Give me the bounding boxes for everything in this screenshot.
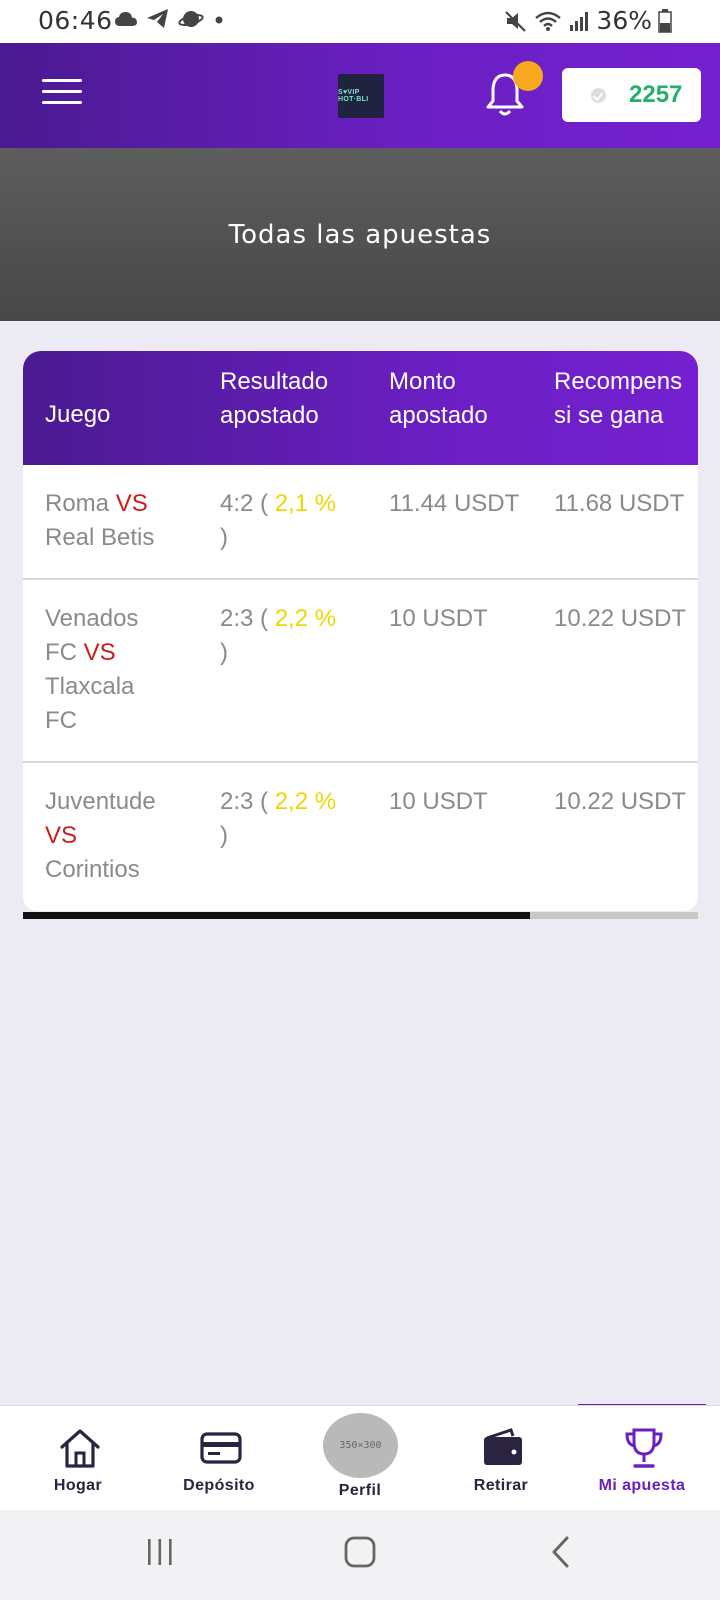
result-cell: 2:3 ( 2,2 % ) bbox=[220, 785, 336, 853]
table-row[interactable]: Venados FC VS Tlaxcala FC 2:3 ( 2,2 % ) … bbox=[23, 580, 698, 763]
saturn-icon bbox=[178, 8, 204, 30]
percent-text: 2,2 % bbox=[274, 605, 337, 632]
game-line: Real Betis bbox=[45, 521, 154, 555]
game-line: FC VS bbox=[45, 636, 138, 670]
nav-profile-label[interactable]: Perfil bbox=[300, 1482, 420, 1500]
score-text: 4:2 ( bbox=[220, 490, 275, 517]
close-paren: ) bbox=[220, 822, 228, 849]
header-amount-line1: Monto bbox=[389, 368, 456, 395]
result-line: 2:3 ( 2,2 % bbox=[220, 602, 336, 636]
game-cell: Juventude VS Corintios bbox=[45, 785, 156, 887]
close-paren: ) bbox=[220, 524, 228, 551]
header-reward-line2: si se gana bbox=[554, 402, 664, 429]
amount-cell: 11.44 USDT bbox=[389, 490, 520, 517]
nav-home[interactable]: Hogar bbox=[18, 1406, 138, 1511]
nav-deposit[interactable]: Depósito bbox=[159, 1406, 279, 1511]
game-line: Roma VS bbox=[45, 487, 154, 521]
game-line: FC bbox=[45, 704, 138, 738]
scrollbar-thumb[interactable] bbox=[23, 912, 530, 919]
page-banner: Todas las apuestas bbox=[0, 148, 720, 321]
game-line: Corintios bbox=[45, 853, 156, 887]
team-text: Juventude bbox=[45, 788, 156, 815]
header-reward-line1: Recompens bbox=[554, 368, 683, 395]
dot-icon bbox=[212, 12, 226, 26]
team-text: FC bbox=[45, 707, 77, 734]
status-bar: 06:46 36% bbox=[0, 0, 720, 43]
system-nav-bar bbox=[0, 1510, 720, 1600]
status-time: 06:46 bbox=[38, 6, 113, 35]
profile-avatar[interactable]: 350×300 bbox=[323, 1413, 398, 1478]
header-result-line2: apostado bbox=[220, 402, 319, 429]
team-text: Real Betis bbox=[45, 524, 155, 551]
result-cell: 2:3 ( 2,2 % ) bbox=[220, 602, 336, 670]
recent-apps-icon[interactable] bbox=[146, 1536, 174, 1573]
nav-deposit-label: Depósito bbox=[183, 1477, 255, 1494]
trophy-icon bbox=[622, 1426, 666, 1470]
vs-label: VS bbox=[83, 639, 116, 666]
vs-label: VS bbox=[45, 822, 78, 849]
wallet-icon bbox=[481, 1426, 525, 1470]
home-button-icon[interactable] bbox=[344, 1536, 376, 1573]
game-cell: Venados FC VS Tlaxcala FC bbox=[45, 602, 138, 738]
notification-badge bbox=[513, 61, 543, 91]
header-amount-line2: apostado bbox=[389, 402, 488, 429]
team-text: Corintios bbox=[45, 856, 140, 883]
table-row[interactable]: Roma VS Real Betis 4:2 ( 2,1 % ) 11.44 U… bbox=[23, 465, 698, 580]
team-text: Venados bbox=[45, 605, 139, 632]
horizontal-scrollbar[interactable] bbox=[23, 912, 698, 919]
check-coin-icon bbox=[591, 87, 606, 103]
battery-icon bbox=[658, 8, 672, 33]
team-text: Roma bbox=[45, 490, 116, 517]
table-row[interactable]: Juventude VS Corintios 2:3 ( 2,2 % ) 10 … bbox=[23, 763, 698, 911]
wifi-icon bbox=[534, 10, 562, 32]
page-title: Todas las apuestas bbox=[228, 219, 492, 250]
reward-cell: 11.68 USDT bbox=[554, 490, 685, 517]
balance-amount: 2257 bbox=[629, 81, 683, 108]
reward-cell: 10.22 USDT bbox=[554, 788, 687, 815]
game-line: Venados bbox=[45, 602, 138, 636]
mute-icon bbox=[504, 10, 528, 32]
app-logo: S♥VIP HOT·BLI bbox=[338, 74, 384, 118]
nav-withdraw-label: Retirar bbox=[473, 1477, 529, 1494]
reward-cell: 10.22 USDT bbox=[554, 605, 687, 632]
score-text: 2:3 ( bbox=[220, 605, 275, 632]
vs-label: VS bbox=[115, 490, 148, 517]
game-line: Juventude bbox=[45, 785, 156, 819]
team-text: Tlaxcala bbox=[45, 673, 135, 700]
battery-percent: 36% bbox=[596, 6, 652, 35]
result-line: 2:3 ( 2,2 % bbox=[220, 785, 336, 819]
percent-text: 2,2 % bbox=[274, 788, 337, 815]
cloud-icon bbox=[114, 10, 138, 28]
header-reward: Recompens si se gana bbox=[554, 365, 682, 433]
hamburger-menu-icon[interactable] bbox=[42, 79, 82, 109]
telegram-icon bbox=[146, 8, 170, 30]
header-result: Resultado apostado bbox=[220, 365, 328, 433]
result-cell: 4:2 ( 2,1 % ) bbox=[220, 487, 336, 555]
nav-home-label: Hogar bbox=[53, 1477, 103, 1494]
amount-cell: 10 USDT bbox=[389, 605, 488, 632]
game-line: VS bbox=[45, 819, 156, 853]
amount-cell: 10 USDT bbox=[389, 788, 488, 815]
header-amount: Monto apostado bbox=[389, 365, 488, 433]
back-arrow-icon[interactable] bbox=[550, 1536, 572, 1573]
nav-my-bet[interactable]: Mi apuesta bbox=[582, 1406, 702, 1511]
bets-table[interactable]: Juego Resultado apostado Monto apostado … bbox=[23, 351, 698, 911]
header-game: Juego bbox=[45, 401, 111, 428]
nav-withdraw[interactable]: Retirar bbox=[441, 1406, 561, 1511]
balance-display[interactable]: 2257 bbox=[562, 68, 701, 122]
game-cell: Roma VS Real Betis bbox=[45, 487, 154, 555]
game-line: Tlaxcala bbox=[45, 670, 138, 704]
score-text: 2:3 ( bbox=[220, 788, 275, 815]
signal-icon bbox=[568, 10, 590, 32]
team-text: FC bbox=[45, 639, 84, 666]
percent-text: 2,1 % bbox=[274, 490, 337, 517]
nav-my-bet-label: Mi apuesta bbox=[598, 1477, 686, 1494]
home-icon bbox=[58, 1426, 102, 1470]
close-paren: ) bbox=[220, 639, 228, 666]
result-line: 4:2 ( 2,1 % bbox=[220, 487, 336, 521]
header-result-line1: Resultado bbox=[220, 368, 329, 395]
table-header: Juego Resultado apostado Monto apostado … bbox=[23, 351, 698, 465]
credit-card-icon bbox=[199, 1426, 243, 1470]
